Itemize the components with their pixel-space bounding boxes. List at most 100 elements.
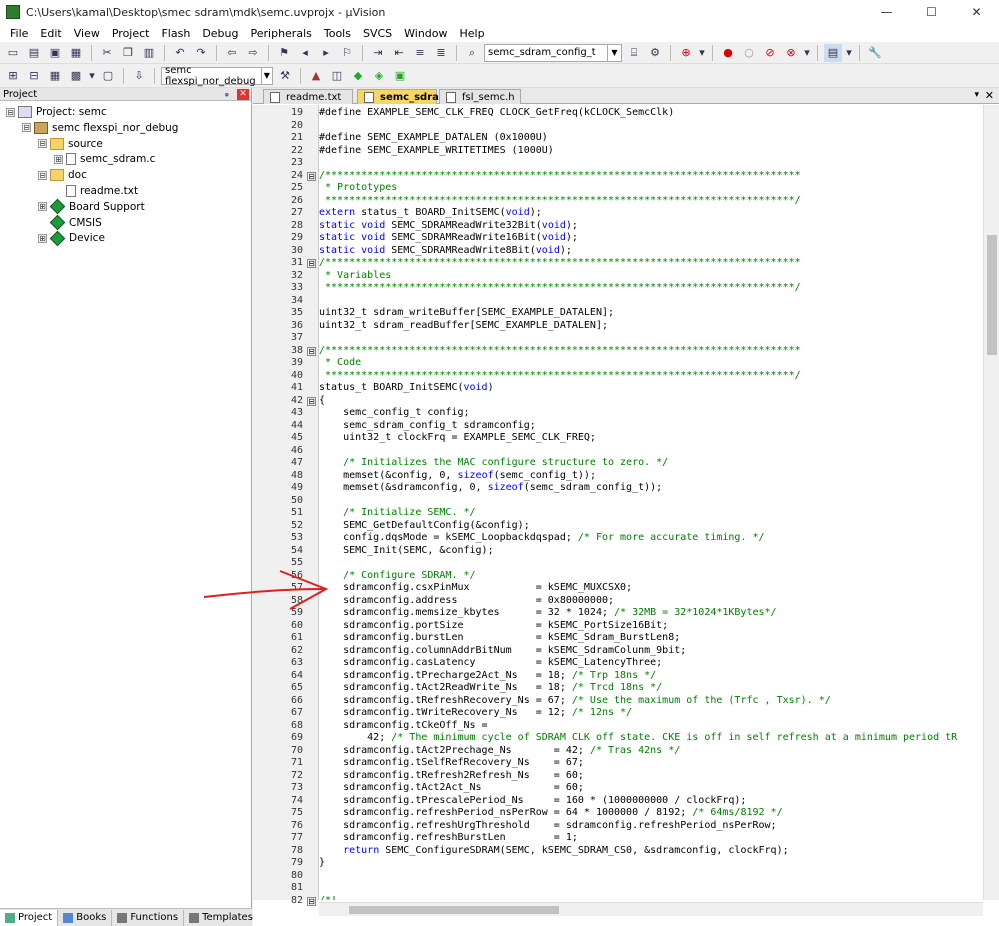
pack-installer-icon[interactable]: ◈	[370, 67, 388, 85]
scroll-thumb[interactable]	[349, 906, 559, 914]
save-icon[interactable]: ▣	[46, 44, 64, 62]
tree-item[interactable]: ⊞ Device	[38, 230, 105, 247]
tree-item[interactable]: ⊟ Project: semc	[6, 104, 107, 120]
tree-item[interactable]: CMSIS	[38, 214, 102, 231]
chevron-down-icon[interactable]: ▾	[803, 44, 811, 62]
navigate-back-icon[interactable]: ⇦	[223, 44, 241, 62]
fold-toggle-icon[interactable]: ⊟	[307, 396, 316, 406]
target-select[interactable]: semc flexspi_nor_debug ▼	[161, 65, 273, 87]
uncomment-icon[interactable]: ≣	[432, 44, 450, 62]
file-tab[interactable]: fsl_semc.h	[439, 89, 521, 104]
navigate-forward-icon[interactable]: ⇨	[244, 44, 262, 62]
cut-icon[interactable]: ✂	[98, 44, 116, 62]
expand-icon[interactable]: ⊞	[38, 202, 47, 212]
menu-file[interactable]: File	[4, 27, 34, 40]
fold-toggle-icon[interactable]: ⊟	[307, 346, 316, 356]
panel-tab-project[interactable]: Project	[0, 909, 59, 926]
rebuild-icon[interactable]: ▦	[46, 67, 64, 85]
tree-item[interactable]: ⊞ Board Support	[38, 199, 145, 215]
fold-toggle-icon[interactable]: ⊟	[307, 896, 316, 906]
menu-project[interactable]: Project	[106, 27, 156, 40]
menu-window[interactable]: Window	[398, 27, 453, 40]
manage-rte-icon[interactable]: ◆	[349, 67, 367, 85]
expand-icon[interactable]: ⊞	[38, 233, 47, 243]
code-area[interactable]: #define EXAMPLE_SEMC_CLK_FREQ CLOCK_GetF…	[319, 105, 983, 900]
build-icon[interactable]: ⊟	[25, 67, 43, 85]
tree-item[interactable]: ⊟ doc	[38, 167, 87, 183]
target-options-icon[interactable]: ⚒	[276, 67, 294, 85]
batch-build-icon[interactable]: ▩	[67, 67, 85, 85]
maximize-button[interactable]: ☐	[909, 0, 954, 24]
menu-flash[interactable]: Flash	[155, 27, 196, 40]
menu-view[interactable]: View	[68, 27, 106, 40]
collapse-icon[interactable]: ⊟	[22, 123, 31, 133]
find-in-files-icon[interactable]: ⌕	[463, 44, 481, 62]
panel-tab-functions[interactable]: Functions	[112, 909, 185, 926]
panel-tab-books[interactable]: Books	[58, 909, 113, 926]
tree-item[interactable]: ⊟ semc flexspi_nor_debug	[22, 120, 178, 136]
chevron-down-icon[interactable]: ▾	[974, 90, 979, 100]
file-tab[interactable]: semc_sdram.c	[357, 89, 459, 104]
save-all-icon[interactable]: ▦	[67, 44, 85, 62]
disable-breakpoint-icon[interactable]: ○	[740, 44, 758, 62]
redo-icon[interactable]: ↷	[192, 44, 210, 62]
translate-icon[interactable]: ⊞	[4, 67, 22, 85]
close-icon[interactable]: ✕	[985, 89, 994, 102]
event-recorder-icon[interactable]: ▣	[391, 67, 409, 85]
new-file-icon[interactable]: ▭	[4, 44, 22, 62]
chevron-down-icon[interactable]: ▼	[260, 67, 272, 84]
expand-icon[interactable]: ⊞	[54, 154, 63, 164]
incremental-find-icon[interactable]: ⚙	[646, 44, 664, 62]
fold-toggle-icon[interactable]: ⊟	[307, 259, 316, 268]
paste-icon[interactable]: ▥	[140, 44, 158, 62]
chevron-down-icon[interactable]: ▾	[698, 44, 706, 62]
close-icon[interactable]: ✕	[237, 88, 249, 100]
vertical-scrollbar[interactable]	[983, 105, 999, 900]
menu-help[interactable]: Help	[454, 27, 491, 40]
tree-item[interactable]: readme.txt	[54, 183, 138, 199]
unindent-icon[interactable]: ⇤	[390, 44, 408, 62]
panel-tab-templates[interactable]: Templates	[184, 909, 259, 926]
horizontal-scrollbar[interactable]	[319, 902, 983, 916]
collapse-icon[interactable]: ⊟	[6, 107, 15, 117]
clear-bookmarks-icon[interactable]: ⚐	[338, 44, 356, 62]
bookmark-icon[interactable]: ⚑	[275, 44, 293, 62]
find-combo[interactable]: semc_sdram_config_t ▼	[484, 43, 622, 62]
copy-icon[interactable]: ❐	[119, 44, 137, 62]
file-tab[interactable]: readme.txt	[263, 89, 353, 104]
menu-tools[interactable]: Tools	[318, 27, 357, 40]
fold-toggle-icon[interactable]: ⊟	[307, 171, 316, 181]
kill-all-breakpoints-icon[interactable]: ⊗	[782, 44, 800, 62]
indent-icon[interactable]: ⇥	[369, 44, 387, 62]
configure-icon[interactable]: 🔧	[866, 44, 884, 62]
pin-icon[interactable]: ᵩ	[225, 89, 237, 99]
kill-breakpoints-icon[interactable]: ⊘	[761, 44, 779, 62]
collapse-icon[interactable]: ⊟	[38, 170, 47, 180]
menu-edit[interactable]: Edit	[34, 27, 67, 40]
find-icon[interactable]: ⌸	[625, 44, 643, 62]
prev-bookmark-icon[interactable]: ◂	[296, 44, 314, 62]
comment-icon[interactable]: ≡	[411, 44, 429, 62]
tree-item[interactable]: ⊞ semc_sdram.c	[54, 151, 155, 167]
window-layout-icon[interactable]: ▤	[824, 43, 842, 62]
minimize-button[interactable]: —	[864, 0, 909, 24]
next-bookmark-icon[interactable]: ▸	[317, 44, 335, 62]
tree-item[interactable]: ⊟ source	[38, 136, 103, 152]
collapse-icon[interactable]: ⊟	[38, 139, 47, 149]
menu-peripherals[interactable]: Peripherals	[245, 27, 318, 40]
chevron-down-icon[interactable]: ▾	[845, 44, 853, 62]
debug-session-icon[interactable]: ⊕	[677, 44, 695, 62]
open-file-icon[interactable]: ▤	[25, 44, 43, 62]
scroll-thumb[interactable]	[987, 235, 997, 355]
chevron-down-icon[interactable]: ▾	[88, 67, 96, 85]
menu-svcs[interactable]: SVCS	[357, 27, 398, 40]
download-icon[interactable]: ⇩	[130, 67, 148, 85]
undo-icon[interactable]: ↶	[171, 44, 189, 62]
breakpoint-icon[interactable]: ●	[719, 44, 737, 62]
manage-project-items-icon[interactable]: ▲	[307, 67, 325, 85]
select-packs-icon[interactable]: ◫	[328, 67, 346, 85]
stop-build-icon[interactable]: ▢	[99, 67, 117, 85]
chevron-down-icon[interactable]: ▼	[607, 44, 621, 61]
close-button[interactable]: ✕	[954, 0, 999, 24]
menu-debug[interactable]: Debug	[196, 27, 244, 40]
